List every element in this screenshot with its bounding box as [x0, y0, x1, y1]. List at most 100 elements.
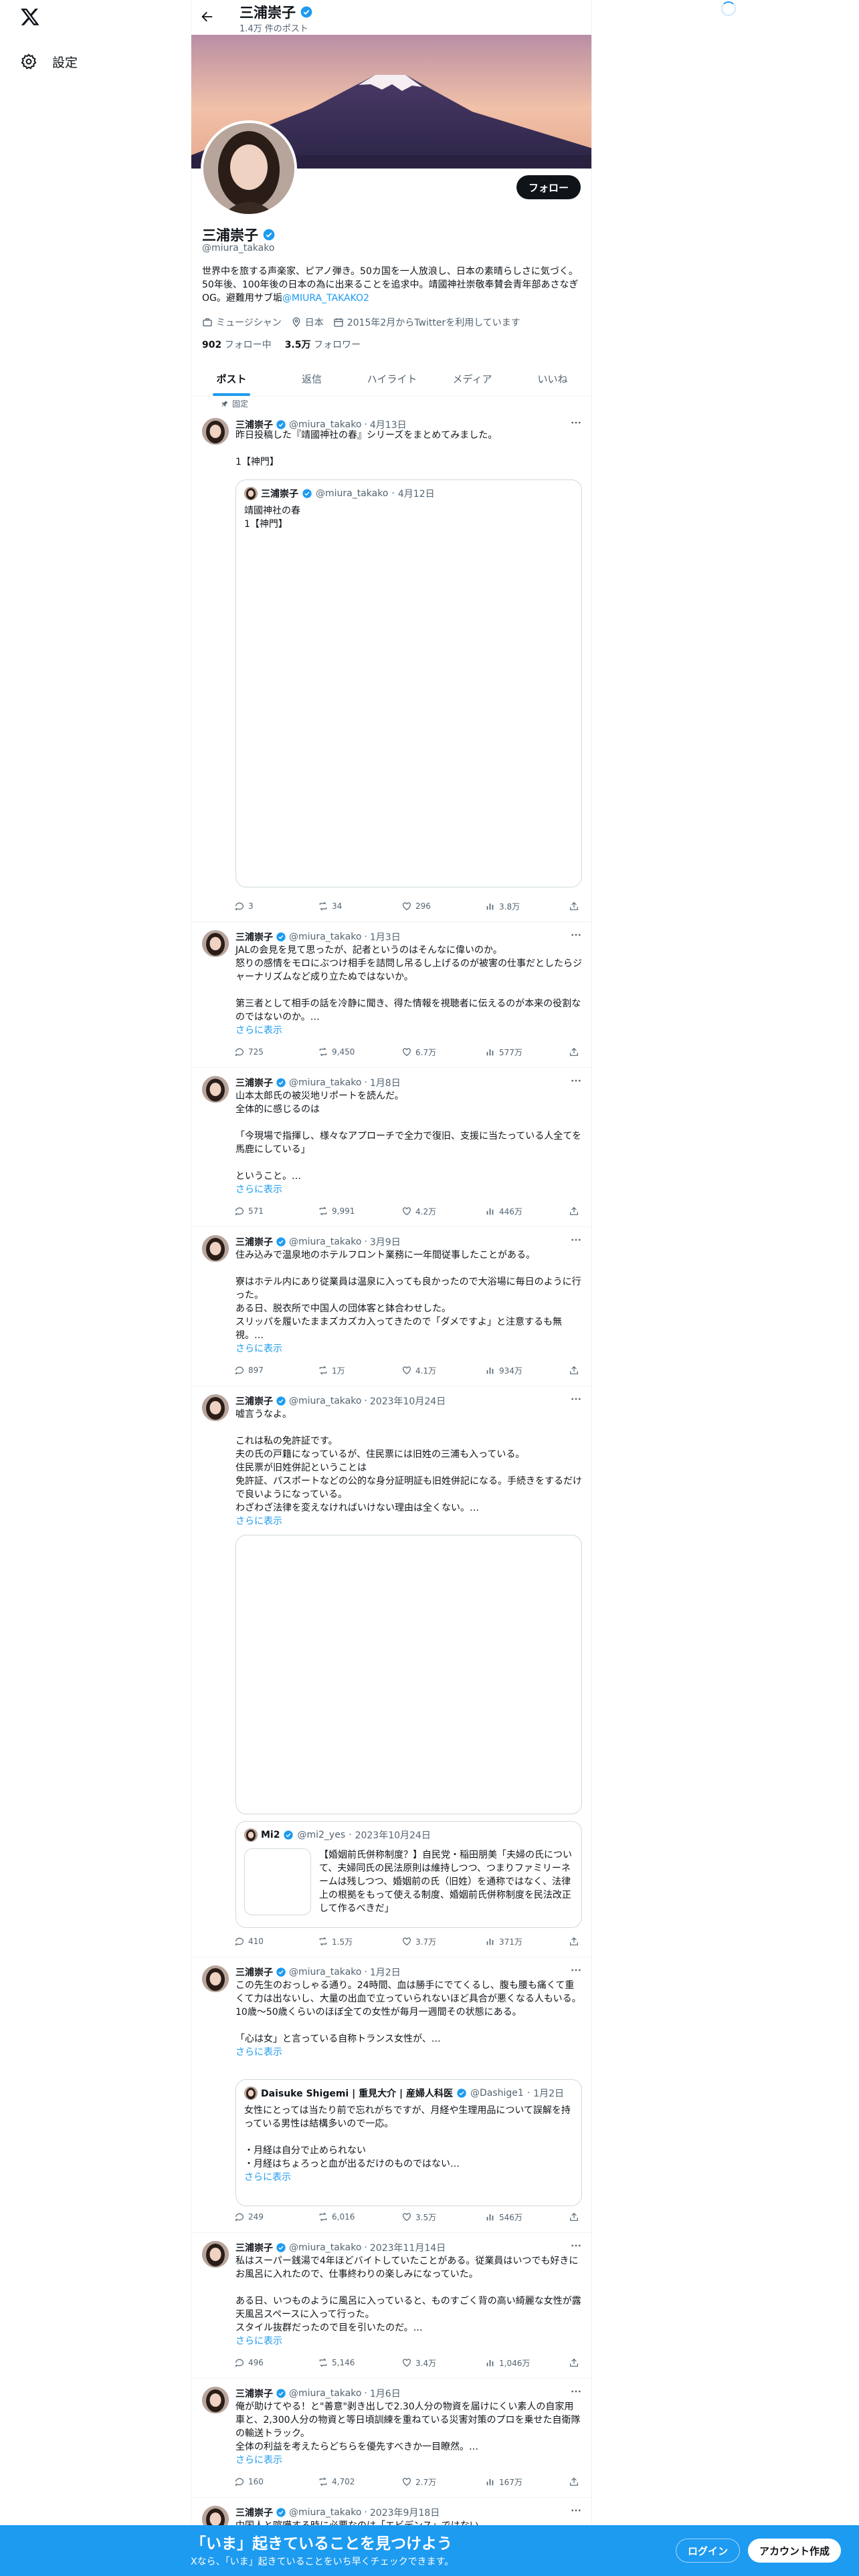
author-name[interactable]: 三浦崇子: [235, 2241, 273, 2254]
profile-avatar[interactable]: [201, 120, 297, 217]
like-button[interactable]: 3.4万: [401, 2356, 448, 2369]
more-options-icon[interactable]: [570, 2240, 583, 2253]
follow-button[interactable]: フォロー: [516, 175, 581, 199]
author-name[interactable]: 三浦崇子: [235, 2387, 273, 2400]
more-options-icon[interactable]: [570, 1964, 583, 1977]
tab-likes[interactable]: いいね: [512, 361, 591, 396]
author-handle[interactable]: @miura_takako: [289, 2242, 361, 2253]
views-button[interactable]: 546万: [485, 2210, 532, 2224]
show-more-link[interactable]: さらに表示: [235, 1184, 282, 1195]
reply-button[interactable]: 160: [234, 2475, 281, 2488]
avatar[interactable]: [202, 1965, 229, 1992]
author-handle[interactable]: @miura_takako: [289, 1077, 361, 1088]
tweet-date[interactable]: 3月9日: [370, 1235, 401, 1249]
tab-highlights[interactable]: ハイライト: [352, 361, 432, 396]
tweet[interactable]: 三浦崇子 @miura_takako · 1月8日 山本太郎氏の被災地リポートを読んだ。…: [191, 1068, 591, 1227]
show-more-link[interactable]: さらに表示: [235, 1516, 282, 1527]
show-more-link[interactable]: さらに表示: [235, 1025, 282, 1036]
tab-posts[interactable]: ポスト: [191, 361, 272, 396]
repost-button[interactable]: 9,991: [318, 1204, 365, 1218]
author-name[interactable]: 三浦崇子: [235, 1076, 273, 1089]
avatar[interactable]: [202, 2387, 229, 2413]
share-button[interactable]: [569, 899, 582, 913]
followers-link[interactable]: 3.5万 フォロワー: [285, 338, 361, 351]
author-name[interactable]: 三浦崇子: [235, 2506, 273, 2519]
repost-button[interactable]: 1.5万: [318, 1935, 365, 1948]
tweet-media[interactable]: [235, 1535, 582, 1814]
repost-button[interactable]: 1万: [318, 1364, 365, 1377]
views-button[interactable]: 167万: [485, 2475, 532, 2488]
repost-button[interactable]: 9,450: [318, 1045, 365, 1059]
tweet[interactable]: 三浦崇子 @miura_takako · 1月3日 JALの会見を見て思ったが、記者とい…: [191, 922, 591, 1068]
views-button[interactable]: 371万: [485, 1935, 532, 1948]
views-button[interactable]: 1,046万: [485, 2356, 532, 2369]
following-link[interactable]: 902 フォロー中: [202, 338, 272, 351]
repost-button[interactable]: 34: [318, 899, 365, 913]
more-options-icon[interactable]: [570, 2504, 583, 2518]
tweet[interactable]: 三浦崇子 @miura_takako · 1月6日 俺が助けてやる！と"善意"剥き出しで…: [191, 2379, 591, 2498]
tweet[interactable]: 三浦崇子 @miura_takako · 1月2日 この先生のおっしゃる通り。24時間、…: [191, 1957, 591, 2233]
share-button[interactable]: [569, 2210, 582, 2224]
show-more-link[interactable]: さらに表示: [235, 2047, 282, 2058]
show-more-link[interactable]: さらに表示: [235, 1344, 282, 1354]
share-button[interactable]: [569, 1204, 582, 1218]
share-button[interactable]: [569, 1364, 582, 1377]
share-button[interactable]: [569, 1045, 582, 1059]
more-options-icon[interactable]: [570, 1234, 583, 1247]
like-button[interactable]: 4.1万: [401, 1364, 448, 1377]
like-button[interactable]: 296: [401, 899, 448, 913]
views-button[interactable]: 577万: [485, 1045, 532, 1059]
views-button[interactable]: 3.8万: [485, 899, 532, 913]
views-button[interactable]: 934万: [485, 1364, 532, 1377]
share-button[interactable]: [569, 1935, 582, 1948]
tweet-date[interactable]: 1月6日: [370, 2387, 401, 2400]
avatar[interactable]: [202, 418, 229, 445]
x-logo-icon[interactable]: [20, 7, 44, 31]
author-handle[interactable]: @miura_takako: [289, 932, 361, 942]
tweet-date[interactable]: 2023年11月14日: [370, 2241, 446, 2254]
avatar[interactable]: [202, 930, 229, 957]
like-button[interactable]: 2.7万: [401, 2475, 448, 2488]
tweet-date[interactable]: 1月8日: [370, 1076, 401, 1089]
like-button[interactable]: 3.7万: [401, 1935, 448, 1948]
reply-button[interactable]: 3: [234, 899, 281, 913]
tweet-date[interactable]: 1月3日: [370, 930, 401, 944]
avatar[interactable]: [202, 1394, 229, 1421]
more-options-icon[interactable]: [570, 1075, 583, 1088]
reply-button[interactable]: 249: [234, 2210, 281, 2224]
author-handle[interactable]: @miura_takako: [289, 2507, 361, 2518]
tweet-date[interactable]: 2023年10月24日: [370, 1394, 446, 1408]
quoted-tweet[interactable]: 三浦崇子 @miura_takako · 4月12日 靖國神社の春 1【神門】: [235, 479, 582, 887]
quoted-tweet[interactable]: Daisuke Shigemi | 重見大介 | 産婦人科医 @Dashige1 ·…: [235, 2079, 582, 2206]
tweet-date[interactable]: 1月2日: [370, 1965, 401, 1979]
show-more-link[interactable]: さらに表示: [235, 2336, 282, 2347]
signup-button[interactable]: アカウント作成: [748, 2539, 842, 2563]
tweet[interactable]: 三浦崇子 @miura_takako · 3月9日 住み込みで温泉地のホテルフロント業務…: [191, 1227, 591, 1386]
avatar[interactable]: [202, 1235, 229, 1262]
avatar[interactable]: [202, 2241, 229, 2268]
repost-button[interactable]: 6,016: [318, 2210, 365, 2224]
reply-button[interactable]: 496: [234, 2356, 281, 2369]
show-more-link[interactable]: さらに表示: [235, 2455, 282, 2466]
back-arrow-icon[interactable]: [199, 9, 215, 25]
share-button[interactable]: [569, 2356, 582, 2369]
share-button[interactable]: [569, 2475, 582, 2488]
show-more-link[interactable]: さらに表示: [244, 2172, 291, 2183]
reply-button[interactable]: 897: [234, 1364, 281, 1377]
nav-settings[interactable]: 設定: [20, 48, 78, 75]
quoted-tweet[interactable]: Mi2 @mi2_yes · 2023年10月24日 【婚姻前氏併称制度？】自民党・稲田…: [235, 1821, 582, 1928]
more-options-icon[interactable]: [570, 2385, 583, 2399]
like-button[interactable]: 4.2万: [401, 1204, 448, 1218]
author-name[interactable]: 三浦崇子: [235, 930, 273, 944]
reply-button[interactable]: 410: [234, 1935, 281, 1948]
reply-button[interactable]: 725: [234, 1045, 281, 1059]
views-button[interactable]: 446万: [485, 1204, 532, 1218]
repost-button[interactable]: 5,146: [318, 2356, 365, 2369]
author-name[interactable]: 三浦崇子: [235, 1235, 273, 1249]
bio-link[interactable]: @MIURA_TAKAKO2: [282, 293, 369, 304]
more-options-icon[interactable]: [570, 417, 583, 430]
author-handle[interactable]: @miura_takako: [289, 1396, 361, 1406]
tab-media[interactable]: メディア: [432, 361, 512, 396]
avatar[interactable]: [202, 1076, 229, 1103]
login-button[interactable]: ログイン: [676, 2539, 741, 2563]
